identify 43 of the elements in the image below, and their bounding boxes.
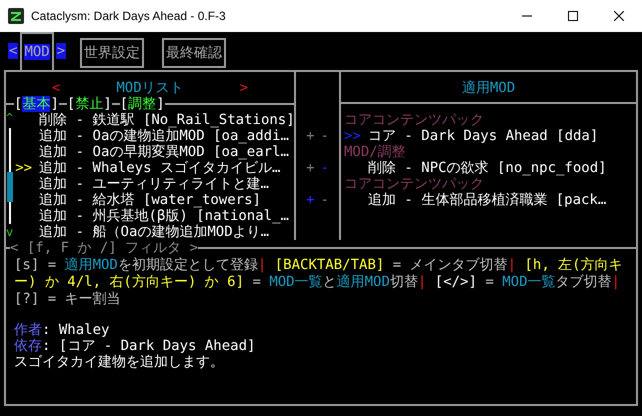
remove-marker: - — [320, 128, 329, 144]
detail-line: 依存: [コア - Dark Days Ahead] — [14, 338, 256, 354]
mod-description: スゴイタカイ建物を追加します。 — [14, 354, 225, 370]
tab[interactable]: 世界設定 — [80, 38, 144, 68]
category-heading: MOD/調整 — [344, 144, 407, 160]
mod-list-item[interactable]: 追加 - 船（Oaの建物追加MODより… — [39, 224, 270, 240]
category-tab[interactable]: [禁止] — [66, 96, 112, 112]
category-tab[interactable]: [調整] — [120, 96, 165, 112]
scrollbar[interactable] — [6, 128, 13, 224]
mod-list-item[interactable]: 追加 - 給水塔 [water_towers] — [39, 192, 261, 208]
mod-list-item[interactable]: 追加 - Oaの早期変異MOD [oa_earl… — [39, 144, 289, 160]
mod-list-item[interactable]: 追加 - 州兵基地(β版) [national_… — [39, 208, 289, 224]
mod-list-item[interactable]: 追加 - Whaleys スゴイタカイビル… — [39, 160, 280, 176]
panel-title: 適用MOD — [462, 80, 516, 96]
active-mod-item[interactable]: 追加 - 生体部品移植済職業 [pack… — [368, 192, 606, 208]
detail-line: 作者: Whaley — [14, 322, 110, 338]
tab[interactable]: MOD — [20, 32, 54, 70]
maximize-icon — [568, 11, 578, 21]
scroll-down-arrow[interactable]: v — [6, 224, 14, 240]
add-marker: + — [306, 160, 314, 176]
scroll-up-arrow[interactable]: ^ — [6, 112, 13, 128]
close-icon — [614, 11, 624, 21]
mod-list-item[interactable]: 追加 - Oaの建物追加MOD [oa_addi… — [39, 128, 289, 144]
filter-hint: < [f, F か /] フィルタ > — [10, 240, 198, 256]
cursor-marker: >> — [14, 160, 32, 176]
category-heading: コアコンテンツパック — [344, 112, 485, 128]
remove-marker: - — [320, 160, 329, 176]
active-mod-item[interactable]: 削除 - NPCの欲求 [no_npc_food] — [368, 160, 607, 176]
active-mod-item[interactable]: コア - Dark Days Ahead [dda] — [368, 128, 598, 144]
next-list-arrow[interactable]: > — [240, 80, 248, 96]
mod-list-item[interactable]: 追加 - ユーティリティライトと建… — [39, 176, 269, 192]
add-marker: + — [306, 128, 314, 144]
previous-list-arrow[interactable]: < — [52, 80, 60, 96]
cursor-marker: >> — [344, 128, 362, 144]
tab[interactable]: 最終確認 — [162, 38, 226, 68]
list-title: MODリスト — [116, 80, 184, 96]
app-icon — [8, 8, 24, 24]
mod-list-item[interactable]: 削除 - 鉄道駅 [No_Rail_Stations] — [39, 112, 295, 128]
help-text: [s] = 適用MODを初期設定として登録| [BACKTAB/TAB] = メインタブ切替| [h, 左(方向キー) か 4/l, 右(方向キー) か 6] = MOD一覧 と 適用MOD切替| [</>] = MOD一覧タブ切替| [?] = キー割当 — [14, 257, 624, 308]
window-title: Cataclysm: Dark Days Ahead - 0.F-3 — [31, 8, 226, 25]
add-marker: + — [306, 192, 314, 208]
category-heading: コアコンテンツパック — [344, 176, 485, 192]
remove-marker: - — [320, 192, 329, 208]
